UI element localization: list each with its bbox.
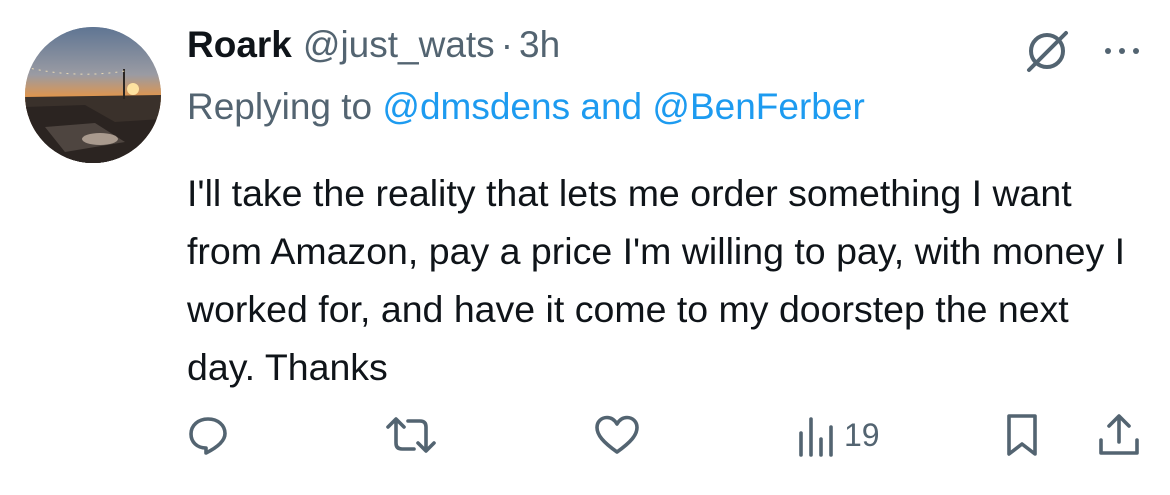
bookmark-icon xyxy=(1007,414,1037,456)
user-handle[interactable]: @just_wats xyxy=(303,24,495,66)
share-button[interactable] xyxy=(1096,410,1142,460)
replying-to: Replying to @dmsdens and @BenFerber xyxy=(187,86,865,128)
tweet[interactable]: Roark @just_wats · 3h Replying to @dmsde… xyxy=(0,0,1170,495)
retweet-icon xyxy=(386,417,436,453)
bookmark-button[interactable] xyxy=(1002,410,1042,460)
views-button[interactable]: 19 xyxy=(796,410,880,460)
reply-icon xyxy=(189,417,227,455)
views-icon xyxy=(799,417,833,457)
replying-prefix: Replying to xyxy=(187,86,383,127)
timestamp[interactable]: 3h xyxy=(519,24,560,66)
mention-link[interactable]: @BenFerber xyxy=(652,86,864,127)
separator-dot: · xyxy=(500,24,514,65)
views-count: 19 xyxy=(844,416,880,453)
share-icon xyxy=(1099,414,1139,455)
avatar[interactable] xyxy=(25,27,161,163)
like-icon xyxy=(595,415,639,454)
reply-button[interactable] xyxy=(186,410,230,460)
tweet-text: I'll take the reality that lets me order… xyxy=(187,172,1126,388)
more-icon[interactable] xyxy=(1102,41,1142,61)
display-name[interactable]: Roark xyxy=(187,24,292,66)
tweet-header: Roark @just_wats · 3h xyxy=(187,24,560,72)
mention-link[interactable]: @dmsdens xyxy=(382,86,570,127)
tweet-top-icons xyxy=(1022,26,1142,76)
retweet-button[interactable] xyxy=(384,410,438,460)
like-button[interactable] xyxy=(593,410,641,460)
grok-icon[interactable] xyxy=(1022,26,1072,76)
avatar-photo xyxy=(25,27,161,163)
replying-and[interactable]: and xyxy=(570,86,652,127)
action-bar: 19 xyxy=(180,410,1150,460)
